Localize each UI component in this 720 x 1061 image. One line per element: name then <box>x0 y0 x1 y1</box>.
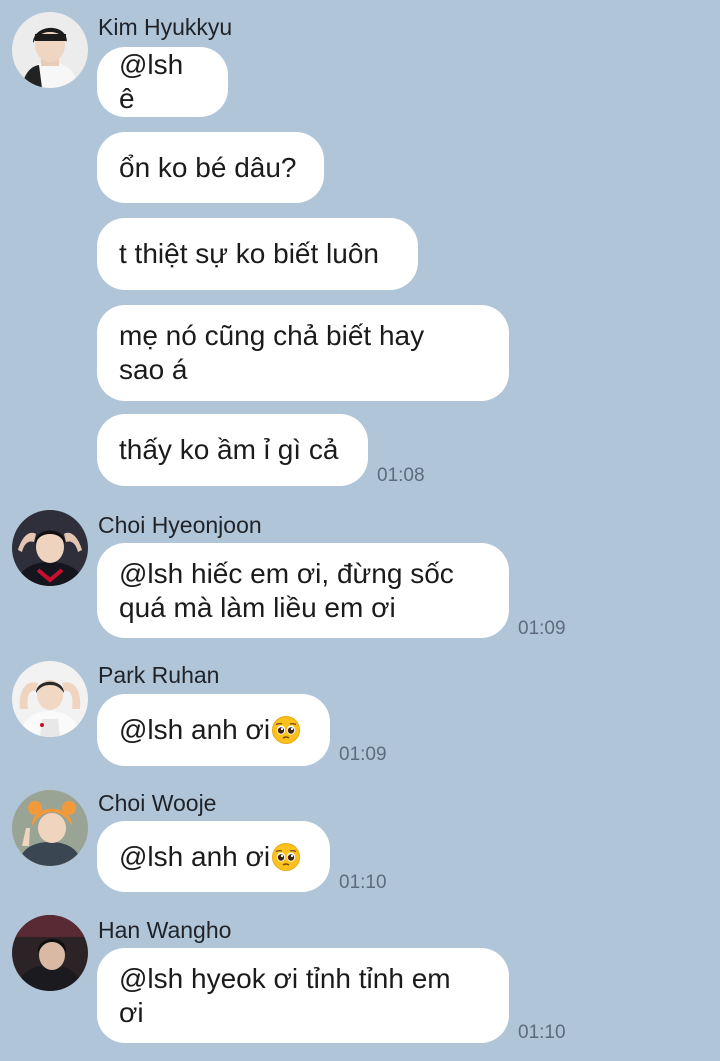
message-timestamp: 01:09 <box>339 744 387 765</box>
sender-name: Park Ruhan <box>98 662 220 688</box>
message-text: @lsh hiếc em ơi, đừng sốc quá mà làm liề… <box>119 557 454 623</box>
message-text: @lsh hyeok ơi tỉnh tỉnh em ơi <box>119 962 451 1028</box>
message-text: ổn ko bé dâu? <box>119 151 297 183</box>
sender-name: Choi Wooje <box>98 790 217 816</box>
message-timestamp: 01:08 <box>377 465 425 486</box>
sender-name: Kim Hyukkyu <box>98 14 233 40</box>
message-text: t thiệt sự ko biết luôn <box>119 238 379 269</box>
avatar-han-wangho[interactable] <box>12 915 88 991</box>
message-timestamp: 01:09 <box>518 618 566 639</box>
message-text: @lsh anh ơi <box>119 714 271 745</box>
message-text: @lsh anh ơi <box>119 840 271 872</box>
message-bubble[interactable]: mẹ nó cũng chả biết hay sao á <box>97 305 509 401</box>
pleading-face-emoji <box>271 842 301 872</box>
message-timestamp: 01:10 <box>339 872 387 893</box>
message-timestamp: 01:10 <box>518 1022 566 1043</box>
message-bubble[interactable]: t thiệt sự ko biết luôn <box>97 218 418 290</box>
avatar-choi-hyeonjoon[interactable] <box>12 510 88 586</box>
pleading-face-emoji <box>271 715 301 745</box>
message-bubble[interactable]: @lsh hiếc em ơi, đừng sốc quá mà làm liề… <box>97 543 509 638</box>
message-bubble[interactable]: thấy ko ầm ỉ gì cả <box>97 414 368 486</box>
avatar-choi-wooje[interactable] <box>12 790 88 866</box>
avatar-kim-hyukkyu[interactable] <box>12 12 88 88</box>
message-text: thấy ko ầm ỉ gì cả <box>119 434 339 465</box>
avatar-park-ruhan[interactable] <box>12 661 88 737</box>
message-bubble[interactable]: @lsh anh ơi <box>97 821 330 892</box>
message-text: @lsh ê <box>119 49 184 114</box>
sender-name: Han Wangho <box>98 917 232 943</box>
message-bubble[interactable]: @lsh ê <box>97 47 228 117</box>
message-bubble[interactable]: ổn ko bé dâu? <box>97 132 324 203</box>
message-bubble[interactable]: @lsh hyeok ơi tỉnh tỉnh em ơi <box>97 948 509 1043</box>
message-bubble[interactable]: @lsh anh ơi <box>97 694 330 766</box>
message-text: mẹ nó cũng chả biết hay sao á <box>119 320 425 385</box>
sender-name: Choi Hyeonjoon <box>98 512 262 538</box>
